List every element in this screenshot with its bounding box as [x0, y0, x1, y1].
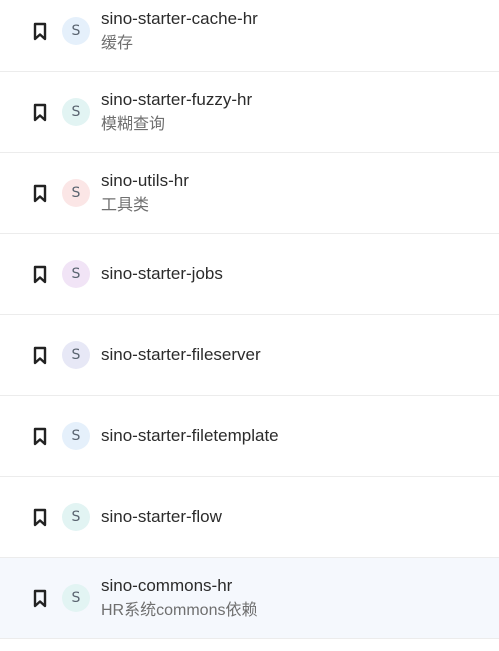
repo-text: sino-starter-fileserver [101, 344, 261, 366]
repo-text: sino-starter-flow [101, 506, 222, 528]
avatar: S [62, 98, 90, 126]
repo-name[interactable]: sino-utils-hr [101, 170, 189, 192]
repo-row[interactable]: S sino-starter-fuzzy-hr 模糊查询 [0, 72, 499, 153]
bookmark-icon[interactable] [33, 508, 47, 527]
repo-name[interactable]: sino-starter-fileserver [101, 344, 261, 366]
repo-text: sino-starter-fuzzy-hr 模糊查询 [101, 89, 252, 136]
repo-name[interactable]: sino-starter-filetemplate [101, 425, 279, 447]
avatar: S [62, 179, 90, 207]
repo-row[interactable]: S sino-starter-fileserver [0, 315, 499, 396]
repo-description: 工具类 [101, 196, 150, 214]
repo-description: HR系统commons依赖 [101, 601, 258, 619]
bookmark-icon[interactable] [33, 103, 47, 122]
repo-row-hovered[interactable]: S sino-commons-hr HR系统commons依赖 [0, 558, 499, 639]
repository-list: S sino-starter-cache-hr 缓存 S sino-starte… [0, 0, 499, 639]
avatar: S [62, 422, 90, 450]
repo-description: 缓存 [101, 34, 134, 52]
repo-row[interactable]: S sino-starter-cache-hr 缓存 [0, 0, 499, 72]
avatar: S [62, 17, 90, 45]
avatar: S [62, 584, 90, 612]
repo-row[interactable]: S sino-utils-hr 工具类 [0, 153, 499, 234]
avatar: S [62, 503, 90, 531]
repo-row[interactable]: S sino-starter-filetemplate [0, 396, 499, 477]
repo-row[interactable]: S sino-starter-flow [0, 477, 499, 558]
repo-text: sino-starter-filetemplate [101, 425, 279, 447]
repo-name[interactable]: sino-starter-cache-hr [101, 8, 258, 30]
repo-description: 模糊查询 [101, 115, 166, 133]
avatar: S [62, 341, 90, 369]
bookmark-icon[interactable] [33, 346, 47, 365]
avatar: S [62, 260, 90, 288]
bookmark-icon[interactable] [33, 589, 47, 608]
bookmark-icon[interactable] [33, 265, 47, 284]
repo-text: sino-commons-hr HR系统commons依赖 [101, 575, 257, 622]
repo-text: sino-utils-hr 工具类 [101, 170, 189, 217]
bookmark-icon[interactable] [33, 427, 47, 446]
repo-name[interactable]: sino-commons-hr [101, 575, 257, 597]
repo-text: sino-starter-jobs [101, 263, 223, 285]
repo-name[interactable]: sino-starter-jobs [101, 263, 223, 285]
repo-row[interactable]: S sino-starter-jobs [0, 234, 499, 315]
bookmark-icon[interactable] [33, 22, 47, 41]
repo-name[interactable]: sino-starter-flow [101, 506, 222, 528]
bookmark-icon[interactable] [33, 184, 47, 203]
repo-text: sino-starter-cache-hr 缓存 [101, 8, 258, 55]
repo-name[interactable]: sino-starter-fuzzy-hr [101, 89, 252, 111]
